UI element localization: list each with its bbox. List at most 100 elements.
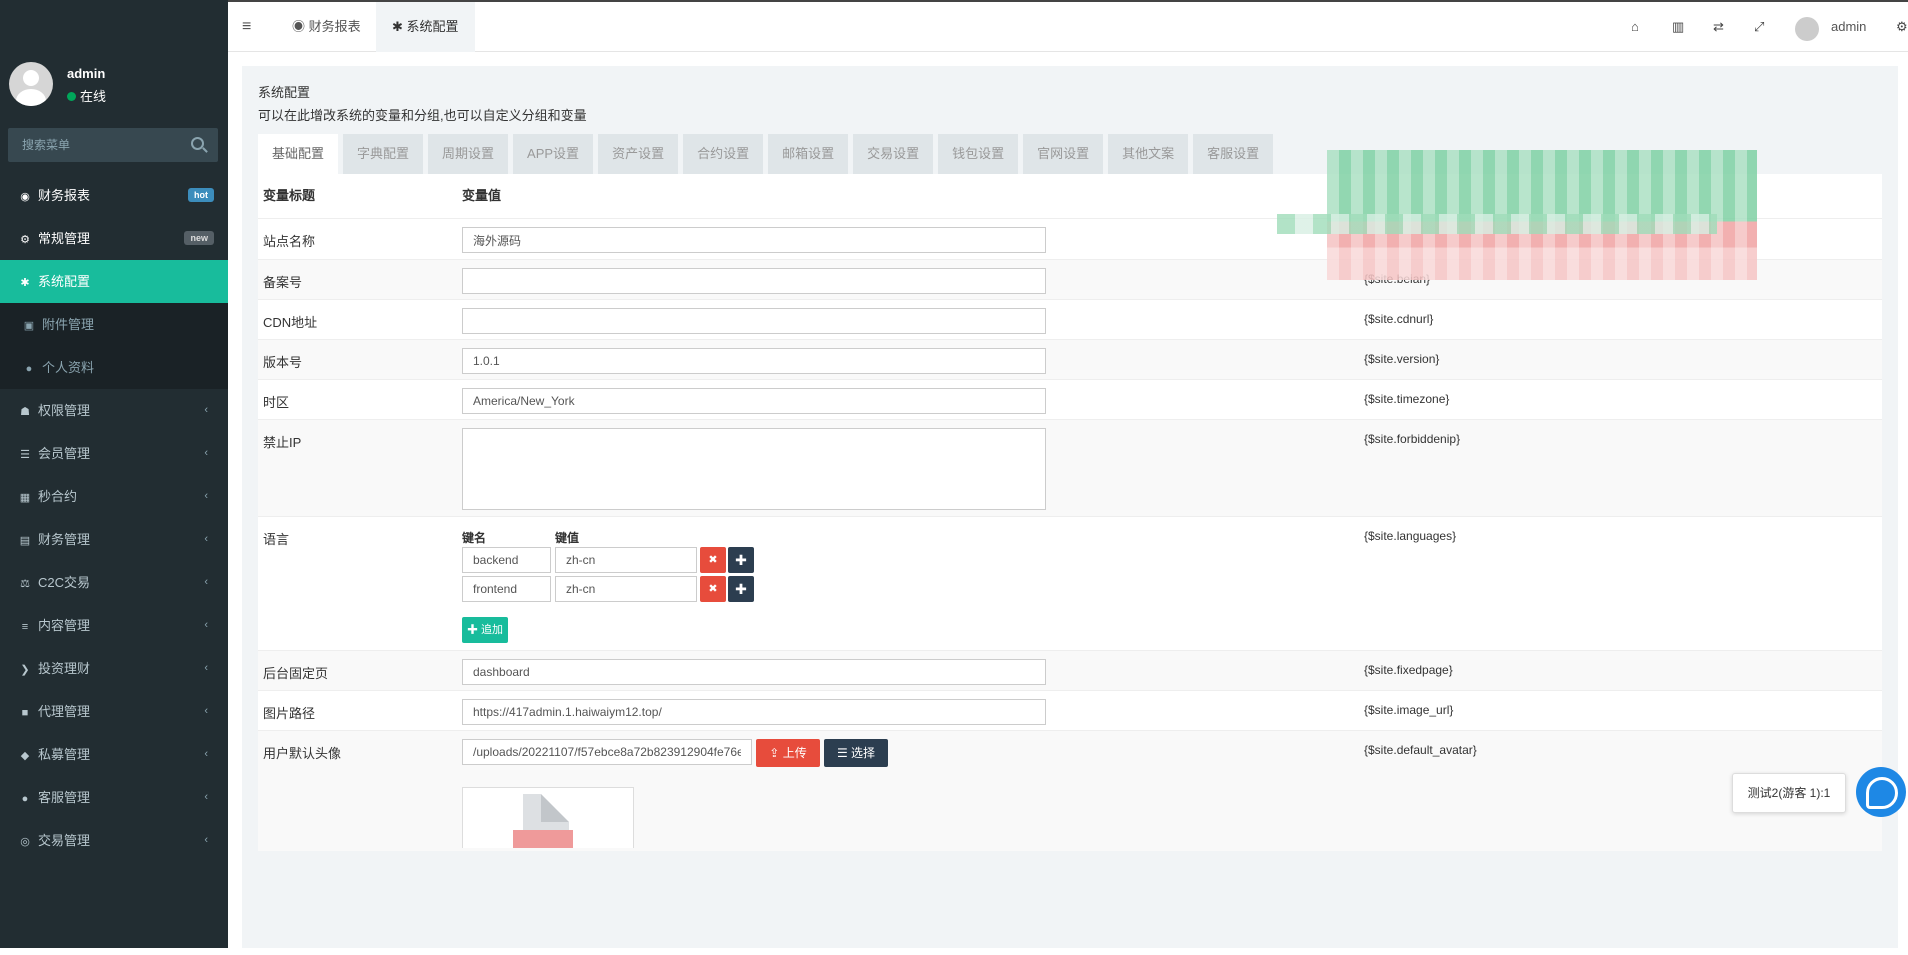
row-languages: 语言 键名 键值 ✖ ✚ ✖ ✚ ✚ 追加 {$site.languages} <box>258 516 1882 650</box>
forbiddenip-textarea[interactable] <box>462 428 1046 510</box>
remove-pair-button[interactable]: ✖ <box>700 576 726 602</box>
sidebar-item-seconds-contract[interactable]: ▦ 秒合约 ‹ <box>0 475 228 518</box>
sidebar-item-label: 财务管理 <box>38 532 91 547</box>
fixedpage-input[interactable] <box>462 659 1046 685</box>
sidebar-item-system-config[interactable]: ✱ 系统配置 <box>0 260 228 303</box>
beian-input[interactable] <box>462 268 1046 294</box>
tab-system-config[interactable]: ✱ 系统配置 <box>376 2 475 52</box>
trash-icon[interactable]: ▥ <box>1672 19 1684 35</box>
timezone-input[interactable] <box>462 388 1046 414</box>
menu-search-input[interactable] <box>8 128 196 162</box>
chevron-left-icon: ‹ <box>204 404 208 416</box>
site-name-input[interactable] <box>462 227 1046 253</box>
row-fixedpage: 后台固定页 {$site.fixedpage} <box>258 650 1882 690</box>
select-button[interactable]: ☰ 选择 <box>824 739 888 767</box>
config-tabs: 基础配置 字典配置 周期设置 APP设置 资产设置 合约设置 邮箱设置 交易设置… <box>258 134 1278 174</box>
tab-website[interactable]: 官网设置 <box>1023 134 1104 174</box>
sidebar-item-finance[interactable]: ▤ 财务管理 ‹ <box>0 518 228 561</box>
sidebar-item-service[interactable]: ● 客服管理 ‹ <box>0 776 228 819</box>
upload-button[interactable]: ⇪ 上传 <box>756 739 820 767</box>
cog-icon: ✱ <box>392 19 403 34</box>
value-header: 键值 <box>555 531 580 545</box>
tab-dictionary[interactable]: 字典配置 <box>343 134 424 174</box>
tab-wallet[interactable]: 钱包设置 <box>938 134 1019 174</box>
chat-notification[interactable]: 测试2(游客 1):1 <box>1732 773 1846 813</box>
language-value-input[interactable] <box>555 547 697 573</box>
move-pair-button[interactable]: ✚ <box>728 576 754 602</box>
move-pair-button[interactable]: ✚ <box>728 547 754 573</box>
tab-finance-report[interactable]: ◉ 财务报表 <box>276 2 377 52</box>
file-image-icon: ▣ <box>23 320 35 332</box>
sidebar-item-finance-report[interactable]: ◉ 财务报表 hot <box>0 174 228 217</box>
chat-bubble-icon[interactable] <box>1856 767 1906 817</box>
sidebar-item-invest[interactable]: ❯ 投资理财 ‹ <box>0 647 228 690</box>
sidebar-item-private[interactable]: ◆ 私募管理 ‹ <box>0 733 228 776</box>
chevron-left-icon: ‹ <box>204 791 208 803</box>
row-image-url: 图片路径 {$site.image_url} <box>258 690 1882 730</box>
dashboard-icon: ◉ <box>292 19 306 34</box>
new-badge: new <box>184 231 214 245</box>
chevron-left-icon: ‹ <box>204 490 208 502</box>
search-icon[interactable] <box>191 137 204 150</box>
sidebar-item-general[interactable]: ⚙ 常规管理 new <box>0 217 228 260</box>
var-name: {$site.version} <box>1364 352 1440 366</box>
main-content: 系统配置 可以在此增改系统的变量和分组,也可以自定义分组和变量 基础配置 字典配… <box>242 66 1898 955</box>
field-label: 后台固定页 <box>263 666 329 681</box>
sidebar-item-auth[interactable]: ☗ 权限管理 ‹ <box>0 389 228 432</box>
top-username[interactable]: admin <box>1831 19 1866 34</box>
append-label: 追加 <box>481 624 504 636</box>
language-key-input[interactable] <box>462 576 551 602</box>
row-default-avatar: 用户默认头像 ⇪ 上传 ☰ 选择 {$site.default_avatar} <box>258 730 1882 851</box>
tab-period[interactable]: 周期设置 <box>428 134 509 174</box>
sidebar-item-attachments[interactable]: ▣ 附件管理 <box>0 303 228 346</box>
sidebar-item-profile[interactable]: ● 个人资料 <box>0 346 228 389</box>
image-url-input[interactable] <box>462 699 1046 725</box>
version-input[interactable] <box>462 348 1046 374</box>
sidebar-item-label: 代理管理 <box>38 704 91 719</box>
pixelated-redaction <box>1277 214 1717 234</box>
tab-trade[interactable]: 交易设置 <box>853 134 934 174</box>
language-value-input[interactable] <box>555 576 697 602</box>
calendar-icon: ▦ <box>19 492 31 504</box>
online-dot-icon <box>67 92 76 101</box>
var-name: {$site.fixedpage} <box>1364 663 1453 677</box>
list-icon: ☰ <box>20 449 30 461</box>
menu-toggle-icon[interactable]: ≡ <box>242 18 251 36</box>
settings-icon[interactable]: ⚙ <box>1896 19 1908 35</box>
panel-heading: 系统配置 可以在此增改系统的变量和分组,也可以自定义分组和变量 <box>258 82 587 124</box>
tab-contract[interactable]: 合约设置 <box>683 134 764 174</box>
remove-pair-button[interactable]: ✖ <box>700 547 726 573</box>
sidebar-item-label: 客服管理 <box>38 790 91 805</box>
chevron-left-icon: ‹ <box>204 834 208 846</box>
home-icon[interactable]: ⌂ <box>1631 19 1639 34</box>
language-key-input[interactable] <box>462 547 551 573</box>
avatar-preview[interactable] <box>462 787 634 848</box>
tab-basic[interactable]: 基础配置 <box>258 134 339 174</box>
cog-icon: ✱ <box>20 277 30 289</box>
translate-icon[interactable]: ⇄ <box>1713 19 1724 35</box>
tab-app[interactable]: APP设置 <box>513 134 594 174</box>
tab-email[interactable]: 邮箱设置 <box>768 134 849 174</box>
cdnurl-input[interactable] <box>462 308 1046 334</box>
hot-badge: hot <box>188 188 214 202</box>
append-pair-button[interactable]: ✚ 追加 <box>462 617 508 643</box>
sidebar-item-trade[interactable]: ◎ 交易管理 ‹ <box>0 819 228 862</box>
field-label: 语言 <box>263 532 290 547</box>
sidebar-item-agent[interactable]: ■ 代理管理 ‹ <box>0 690 228 733</box>
tab-other-copy[interactable]: 其他文案 <box>1108 134 1189 174</box>
fullscreen-icon[interactable]: ⤢ <box>1754 19 1764 35</box>
sidebar-item-members[interactable]: ☰ 会员管理 ‹ <box>0 432 228 475</box>
sidebar-item-label: 交易管理 <box>38 833 91 848</box>
field-label: 用户默认头像 <box>263 746 342 761</box>
sidebar-item-content[interactable]: ≡ 内容管理 ‹ <box>0 604 228 647</box>
sidebar-item-c2c[interactable]: ⚖ C2C交易 ‹ <box>0 561 228 604</box>
tab-service[interactable]: 客服设置 <box>1193 134 1274 174</box>
topbar: ≡ ◉ 财务报表 ✱ 系统配置 ⌂ ▥ ⇄ ⤢ admin ⚙ <box>228 0 1908 52</box>
field-label: 备案号 <box>263 275 303 290</box>
sidebar-item-label: 秒合约 <box>38 489 78 504</box>
default-avatar-input[interactable] <box>462 739 752 765</box>
top-avatar[interactable] <box>1795 17 1819 41</box>
sidebar-item-label: 系统配置 <box>38 274 91 289</box>
sidebar-item-label: 附件管理 <box>42 317 95 332</box>
tab-asset[interactable]: 资产设置 <box>598 134 679 174</box>
